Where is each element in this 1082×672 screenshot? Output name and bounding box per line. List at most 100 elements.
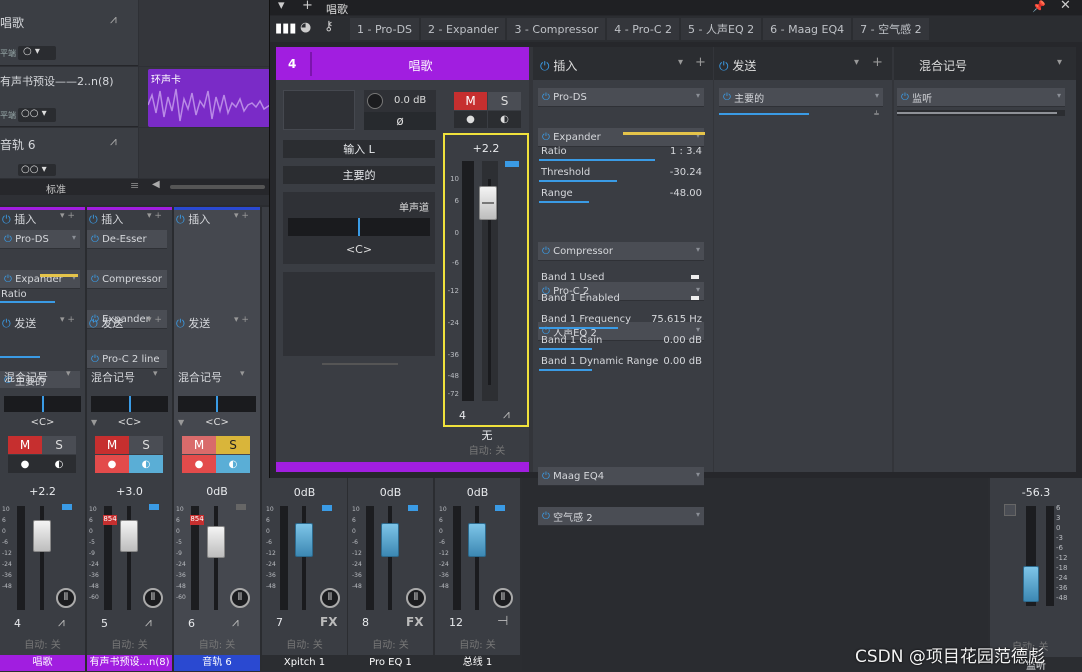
param-row[interactable]: Threshold -30.24 <box>538 162 705 183</box>
monitor-icon[interactable]: ◐ <box>488 111 521 128</box>
send-level[interactable] <box>719 113 809 115</box>
add-icon[interactable]: + <box>302 0 313 13</box>
output-select[interactable]: 主要的 <box>283 166 435 184</box>
insert-slot-air[interactable]: ⏻ 空气感 2 ▾ <box>538 507 704 526</box>
menu-icon[interactable]: ≡ <box>130 179 139 192</box>
fx-icon[interactable]: FX <box>320 615 337 629</box>
volume-fader[interactable] <box>468 523 486 557</box>
plugin-tab-7[interactable]: 7 - 空气感 2 <box>853 18 929 40</box>
automation-state[interactable]: 自动: 关 <box>348 636 433 651</box>
channel-name[interactable]: 有声书预设...n(8) <box>87 655 172 671</box>
insert-slot[interactable]: ⏻ De-Esser <box>87 230 167 249</box>
insert-slot[interactable]: ⏻ Pro-C 2 line <box>87 350 167 369</box>
plugin-tab-6[interactable]: 6 - Maag EQ4 <box>763 18 852 40</box>
automation-state[interactable]: 自动: 关 <box>452 443 522 457</box>
waveform-icon[interactable]: ⩘ <box>503 407 510 422</box>
input-monitor-icon[interactable]: ⦀ <box>143 588 163 608</box>
param-row[interactable]: Band 1 Enabled <box>538 288 705 309</box>
solo-button[interactable]: S <box>488 92 521 110</box>
send-slot-main[interactable]: ⏻ 主要的 ▾ <box>719 88 883 107</box>
automation-state[interactable]: 自动: 关 <box>0 636 85 651</box>
automation-state[interactable]: 自动: 关 <box>262 636 347 651</box>
solo-button[interactable]: S <box>129 436 163 454</box>
plugin-tab-3[interactable]: 3 - Compressor <box>507 18 606 40</box>
fader-track[interactable] <box>302 506 306 610</box>
mixer-view-icon[interactable]: ▮▮▮ <box>275 21 296 36</box>
plugin-tab-4[interactable]: 4 - Pro-C 2 <box>607 18 680 40</box>
meter-mode-icon[interactable] <box>236 504 246 510</box>
meter-mode-icon[interactable] <box>149 504 159 510</box>
plugin-tab-5[interactable]: 5 - 人声EQ 2 <box>681 18 762 40</box>
monitor-select[interactable]: ○ ▾ <box>18 46 56 60</box>
inserts-dropdown-icon[interactable]: ▾ <box>678 57 683 68</box>
input-monitor-icon[interactable]: ⦀ <box>406 588 426 608</box>
param-row[interactable]: Band 1 Dynamic Range 0.00 dB <box>538 351 705 372</box>
monitor-select[interactable]: ○○ ▾ <box>18 108 56 122</box>
meter-mode-icon[interactable] <box>495 505 505 511</box>
mix-dropdown-icon[interactable]: ▾ <box>1057 57 1062 68</box>
routing-icon[interactable]: ⚷ <box>324 19 334 34</box>
volume-fader[interactable] <box>120 520 138 552</box>
monitor-icon[interactable]: ◐ <box>129 455 163 473</box>
volume-fader[interactable] <box>207 526 225 558</box>
volume-fader[interactable] <box>33 520 51 552</box>
waveform-icon[interactable]: ⩘ <box>232 615 239 630</box>
monitor-icon[interactable]: ◐ <box>216 455 250 473</box>
param-row[interactable]: Band 1 Frequency 75.615 Hz <box>538 309 705 330</box>
plugin-tab-2[interactable]: 2 - Expander <box>421 18 506 40</box>
monitor-select[interactable]: ○○ ▾ <box>18 164 56 176</box>
param-checkbox[interactable] <box>691 275 699 279</box>
send-add-icon[interactable]: ▾ + <box>147 315 162 325</box>
insert-header[interactable]: ⏻ 插入 <box>176 211 210 227</box>
input-select[interactable]: 输入 L <box>283 140 435 158</box>
fader-track[interactable] <box>214 506 218 610</box>
param-row[interactable]: Ratio 1 : 3.4 <box>538 141 705 162</box>
meter-mode-icon[interactable] <box>505 161 519 167</box>
pan-slider[interactable] <box>288 218 430 236</box>
channel-name[interactable]: 音轨 6 <box>174 655 260 671</box>
insert-add-icon[interactable]: ▾ + <box>147 211 162 221</box>
send-add-icon[interactable]: ▾ + <box>234 315 249 325</box>
send-pan-icon[interactable]: ⫨ <box>874 108 879 118</box>
record-arm-icon[interactable]: ● <box>95 455 129 473</box>
plugin-tab-1[interactable]: 1 - Pro-DS <box>350 18 420 40</box>
insert-add-icon[interactable]: ▾ + <box>234 211 249 221</box>
zoom-mode[interactable]: 标准 <box>46 181 66 196</box>
fader-track[interactable] <box>388 506 392 610</box>
waveform-icon[interactable]: ⩘ <box>110 12 117 27</box>
waveform-icon[interactable]: ⩘ <box>145 615 152 630</box>
automation-state[interactable]: 自动: 关 <box>435 636 520 651</box>
bus-icon[interactable]: ⊣ <box>497 614 508 629</box>
sends-add-icon[interactable]: + <box>872 55 883 70</box>
sends-dropdown-icon[interactable]: ▾ <box>854 57 859 68</box>
volume-fader[interactable] <box>479 185 497 220</box>
lane-1[interactable] <box>139 0 270 66</box>
volume-fader[interactable] <box>295 523 313 557</box>
param-row[interactable]: Range -48.00 <box>538 183 705 204</box>
meter-mode-icon[interactable] <box>322 505 332 511</box>
sends-header[interactable]: ⏻ 发送 <box>719 57 756 74</box>
automation-mode[interactable]: 无 <box>452 428 522 442</box>
audio-clip[interactable]: 环声卡 <box>148 69 270 127</box>
meter-mode-icon[interactable] <box>408 505 418 511</box>
scroll-left-icon[interactable]: ◀ <box>152 179 160 190</box>
insert-header[interactable]: ⏻ 插入 <box>2 211 36 227</box>
insert-slot-pro-ds[interactable]: ⏻ Pro-DS ▾ <box>538 88 704 107</box>
pan-slider[interactable] <box>91 396 168 412</box>
channel-name[interactable]: 总线 1 <box>435 655 520 671</box>
meter-mode-icon[interactable] <box>1004 504 1016 516</box>
mute-button[interactable]: M <box>8 436 42 454</box>
solo-button[interactable]: S <box>42 436 76 454</box>
insert-slot[interactable]: ⏻ Compressor <box>87 270 167 289</box>
mix-level[interactable] <box>897 110 1065 116</box>
waveform-icon[interactable]: ⩘ <box>110 134 117 149</box>
send-header[interactable]: ⏻ 发送 <box>176 315 210 331</box>
input-monitor-icon[interactable]: ⦀ <box>56 588 76 608</box>
record-arm-icon[interactable]: ● <box>8 455 42 473</box>
insert-slot-maag-eq[interactable]: ⏻ Maag EQ4 ▾ <box>538 467 704 486</box>
channel-name[interactable]: 唱歌 <box>0 655 85 671</box>
solo-button[interactable]: S <box>216 436 250 454</box>
insert-add-icon[interactable]: ▾ + <box>60 211 75 221</box>
pin-icon[interactable]: 📌 <box>1032 0 1046 13</box>
pan-slider[interactable] <box>4 396 81 412</box>
